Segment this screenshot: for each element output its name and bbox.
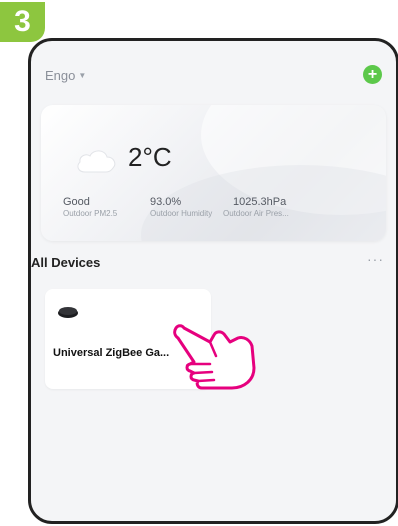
chevron-down-icon: ▼	[78, 71, 87, 80]
temperature-value: 2°C	[128, 142, 172, 172]
home-name-label: Engo	[45, 68, 76, 83]
humidity-value: 93.0%	[150, 196, 182, 208]
top-bar: Engo ▼ +	[31, 41, 396, 111]
section-title-all-devices: All Devices	[31, 255, 101, 270]
pm25-stat: Good Outdoor PM2.5	[63, 196, 117, 218]
phone-screen: Engo ▼ + 2°C Good Outdoor PM2.5 93.0% Ou…	[28, 38, 398, 524]
more-options-button[interactable]: ···	[367, 251, 384, 267]
humidity-stat: 93.0% Outdoor Humidity	[150, 196, 212, 218]
humidity-label: Outdoor Humidity	[150, 209, 213, 218]
air-pressure-value: 1025.3hPa	[233, 196, 287, 208]
plus-icon: +	[367, 65, 378, 83]
pm25-value: Good	[63, 196, 90, 208]
pm25-label: Outdoor PM2.5	[63, 209, 118, 218]
hand-pointer-icon	[173, 324, 256, 390]
home-selector[interactable]: Engo ▼	[45, 68, 86, 83]
air-pressure-label: Outdoor Air Pres...	[223, 209, 289, 218]
cloud-icon	[77, 150, 116, 173]
gateway-icon	[58, 307, 78, 318]
add-device-button[interactable]: +	[363, 65, 382, 84]
weather-card[interactable]: 2°C Good Outdoor PM2.5 93.0% Outdoor Hum…	[41, 105, 386, 241]
air-pressure-stat: 1025.3hPa Outdoor Air Pres...	[223, 196, 289, 218]
device-name: Universal ZigBee Ga...	[53, 347, 170, 359]
step-number-badge: 3	[0, 2, 45, 42]
